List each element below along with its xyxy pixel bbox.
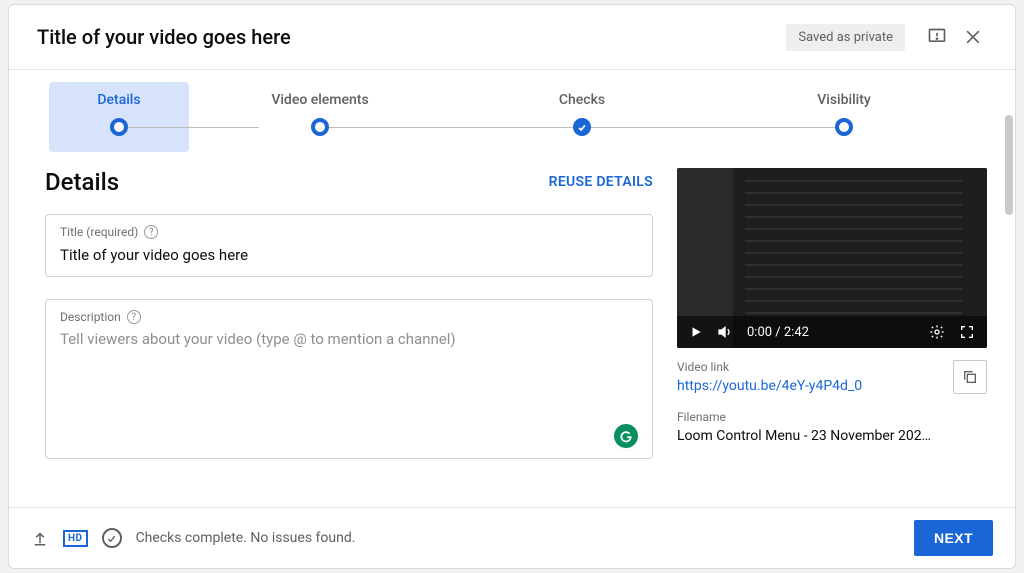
volume-icon[interactable] xyxy=(717,324,733,340)
feedback-button[interactable] xyxy=(919,19,955,55)
step-label: Video elements xyxy=(271,92,368,108)
dialog-body: Details REUSE DETAILS Title (required) ?… xyxy=(9,152,1015,507)
video-preview[interactable]: 0:00 / 2:42 xyxy=(677,168,987,348)
fullscreen-icon[interactable] xyxy=(959,324,975,340)
hd-icon: HD xyxy=(63,530,88,547)
close-icon xyxy=(963,27,983,47)
play-icon[interactable] xyxy=(689,325,703,339)
step-label: Checks xyxy=(559,92,605,108)
details-form: Details REUSE DETAILS Title (required) ?… xyxy=(45,168,653,507)
next-button[interactable]: NEXT xyxy=(914,520,993,556)
step-circle-icon xyxy=(835,118,853,136)
reuse-details-button[interactable]: REUSE DETAILS xyxy=(549,174,653,190)
video-controls: 0:00 / 2:42 xyxy=(677,316,987,348)
copy-icon xyxy=(962,369,978,385)
step-circle-icon xyxy=(311,118,329,136)
scrollbar[interactable] xyxy=(1005,115,1013,215)
video-link[interactable]: https://youtu.be/4eY-y4P4d_0 xyxy=(677,378,943,394)
close-button[interactable] xyxy=(955,19,991,55)
checks-ok-icon xyxy=(102,528,122,548)
step-circle-icon xyxy=(110,118,128,136)
section-title: Details xyxy=(45,168,119,196)
description-field[interactable]: Description ? xyxy=(45,299,653,459)
stepper: Details Video elements Checks Visibility xyxy=(9,70,1015,152)
video-link-label: Video link xyxy=(677,360,943,374)
help-icon[interactable]: ? xyxy=(127,310,141,324)
filename-value: Loom Control Menu - 23 November 202… xyxy=(677,428,987,444)
step-label: Visibility xyxy=(817,92,870,108)
step-visibility[interactable]: Visibility xyxy=(713,82,975,152)
description-field-label: Description ? xyxy=(60,310,638,324)
title-input[interactable] xyxy=(60,246,638,264)
save-status-badge: Saved as private xyxy=(786,24,905,51)
preview-panel: 0:00 / 2:42 Video link https://youtu.be/… xyxy=(677,168,987,507)
title-field[interactable]: Title (required) ? xyxy=(45,214,653,277)
help-icon[interactable]: ? xyxy=(144,225,158,239)
dialog-footer: HD Checks complete. No issues found. NEX… xyxy=(9,507,1015,568)
dialog-title: Title of your video goes here xyxy=(37,25,786,49)
feedback-icon xyxy=(927,27,947,47)
step-label: Details xyxy=(97,92,140,108)
upload-dialog: Title of your video goes here Saved as p… xyxy=(8,4,1016,569)
step-check-icon xyxy=(573,118,591,136)
grammarly-icon[interactable] xyxy=(614,424,638,448)
upload-icon[interactable] xyxy=(31,529,49,547)
settings-icon[interactable] xyxy=(929,324,945,340)
playback-time: 0:00 / 2:42 xyxy=(747,325,809,340)
step-checks[interactable]: Checks xyxy=(451,82,713,152)
description-textarea[interactable] xyxy=(60,330,638,440)
filename-label: Filename xyxy=(677,410,987,424)
step-details[interactable]: Details xyxy=(49,82,189,152)
title-field-label: Title (required) ? xyxy=(60,225,638,239)
step-video-elements[interactable]: Video elements xyxy=(189,82,451,152)
copy-link-button[interactable] xyxy=(953,360,987,394)
checks-status-text: Checks complete. No issues found. xyxy=(136,530,900,546)
dialog-header: Title of your video goes here Saved as p… xyxy=(9,5,1015,70)
